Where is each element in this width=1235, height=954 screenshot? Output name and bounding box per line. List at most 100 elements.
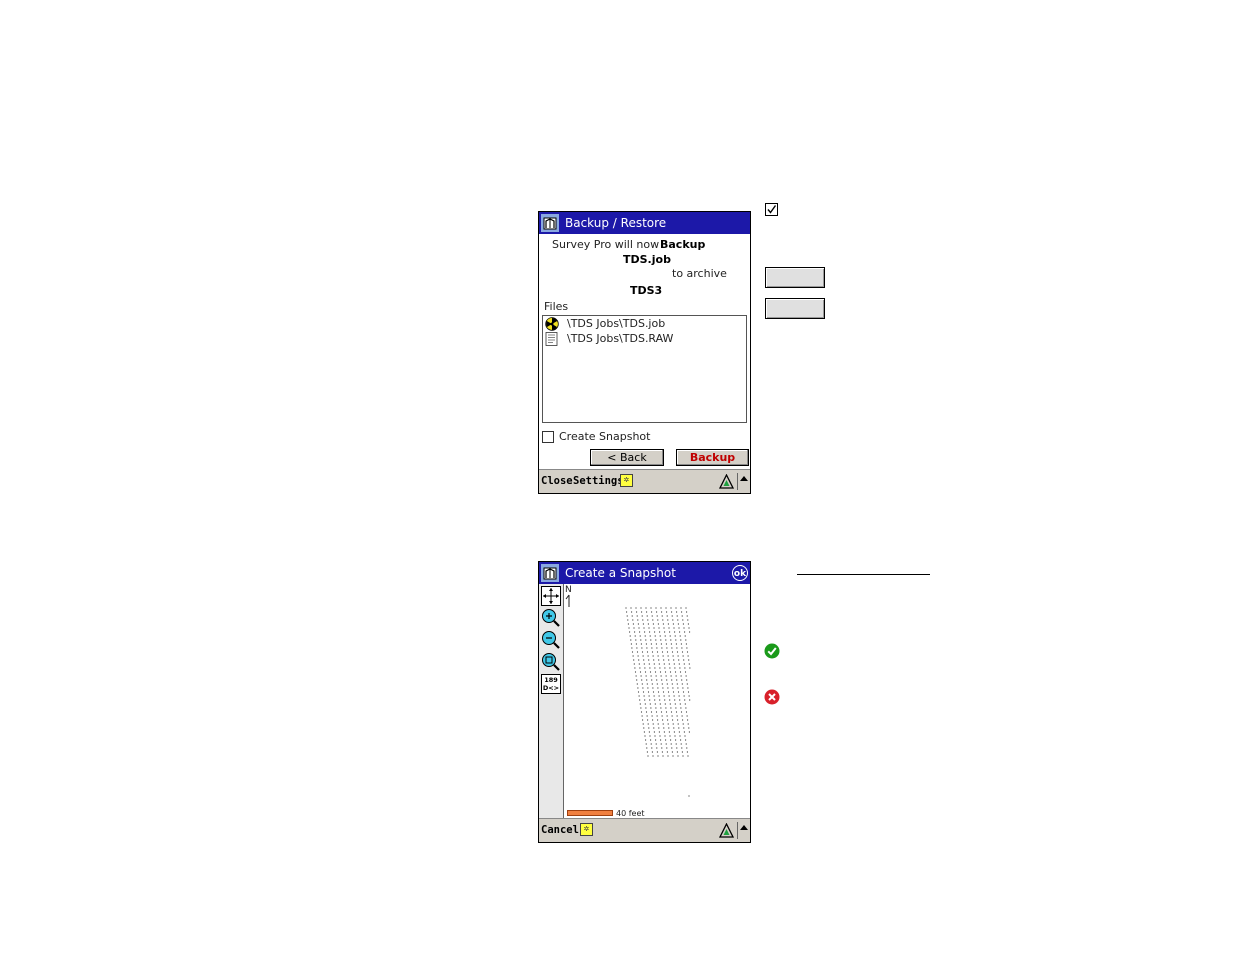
keyboard-icon[interactable]: ✲ [580,823,593,836]
survey-point [645,639,647,641]
survey-point [646,747,648,749]
survey-point [652,623,654,625]
survey-point [643,695,645,697]
survey-point [680,739,682,741]
sample-button [765,298,825,319]
zoom-out-icon[interactable] [541,630,561,650]
intro-text: Survey Pro will now [552,238,660,251]
survey-point [682,655,684,657]
survey-point [681,615,683,617]
survey-point [669,635,671,637]
survey-point [646,611,648,613]
survey-point [645,607,647,609]
survey-point [645,743,647,745]
survey-point [680,711,683,713]
survey-point [662,723,664,725]
menu-up-arrow-icon[interactable] [740,476,748,481]
survey-point [645,675,647,677]
survey-point [641,611,643,613]
survey-point [667,623,669,625]
survey-point [660,743,662,745]
svg-text:D<>: D<> [543,684,559,692]
survey-point [656,683,658,685]
survey-point [651,611,653,613]
survey-point [648,695,650,697]
survey-point [673,663,675,665]
survey-point [688,727,690,729]
menu-up-arrow-icon[interactable] [740,825,748,830]
keyboard-icon[interactable]: ✲ [620,474,633,487]
survey-point [680,675,682,677]
survey-point [642,623,644,625]
files-list[interactable]: \TDS Jobs\TDS.job \TDS Jobs\TDS.RAW [542,315,747,423]
survey-point [684,631,686,633]
zoom-window-icon[interactable] [541,652,561,672]
survey-point [671,647,673,649]
survey-point [630,639,632,641]
survey-point [676,715,678,717]
survey-point [667,619,669,621]
survey-point [677,655,679,657]
survey-point [653,663,655,665]
survey-point [688,695,690,697]
survey-point [656,751,658,753]
survey-point [663,659,665,661]
survey-point [650,707,652,709]
survey-point [671,747,673,749]
ok-button[interactable]: ok [732,565,748,581]
map-view[interactable]: N 40 feet [564,584,750,819]
survey-point [666,679,668,681]
survey-point [644,671,647,673]
survey-point [646,647,648,649]
survey-point [679,635,681,637]
survey-point [673,727,675,729]
survey-point [649,631,651,633]
survey-point [637,619,639,621]
survey-point [675,639,677,641]
survey-point [680,707,682,709]
survey-point [674,699,676,701]
survey-point [637,655,639,657]
survey-point [650,743,652,745]
checkmark-circle-icon [764,643,780,659]
zoom-extents-icon[interactable] [541,586,561,606]
create-snapshot-label[interactable]: Create Snapshot [559,430,650,443]
survey-point [666,615,668,617]
zoom-in-icon[interactable] [541,608,561,628]
survey-point [661,747,663,749]
survey-point [672,619,674,621]
survey-point [681,751,683,753]
create-snapshot-checkbox[interactable] [542,431,554,443]
backup-button[interactable]: Backup [676,449,749,466]
status-triangle-icon[interactable] [719,823,734,838]
survey-point [677,723,679,725]
survey-point [675,675,677,677]
survey-point [677,623,679,625]
survey-point [636,611,638,613]
survey-point [649,635,651,637]
survey-point [669,735,671,737]
survey-point [674,631,676,633]
status-triangle-icon[interactable] [719,474,734,489]
settings-command[interactable]: Settings [573,475,624,487]
point-labels-icon[interactable]: 189 D<> [541,674,561,694]
survey-point [650,711,653,713]
cancel-command[interactable]: Cancel [541,824,579,836]
survey-point [650,639,652,641]
survey-point [644,635,646,637]
survey-point [646,615,648,617]
survey-pro-app-icon[interactable] [541,564,559,582]
survey-point [688,627,690,629]
survey-point [662,719,664,721]
survey-point [651,679,653,681]
survey-pro-app-icon[interactable] [541,214,559,232]
survey-point [682,723,684,725]
survey-point [626,615,628,617]
raw-file-icon [545,332,558,346]
survey-point [657,755,659,757]
close-command[interactable]: Close [541,475,573,487]
back-button[interactable]: < Back [590,449,664,466]
survey-point [648,627,650,629]
survey-point [671,715,673,717]
survey-point [684,671,687,673]
